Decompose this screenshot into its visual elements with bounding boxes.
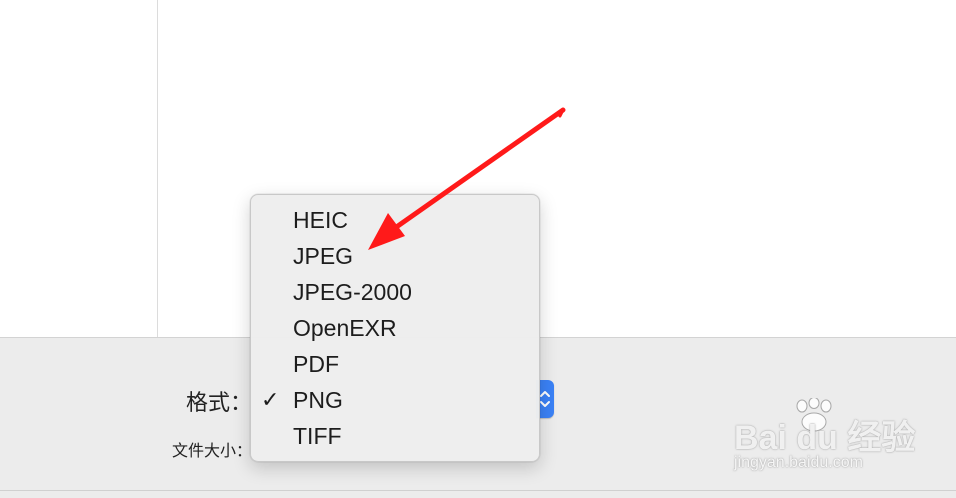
checkmark-icon: ✓ — [261, 387, 280, 412]
sidebar-divider — [157, 0, 158, 337]
window-content: 格式： 文件大小： HEIC JPEG JPEG-2000 OpenEXR PD… — [0, 0, 956, 498]
menu-item-png[interactable]: ✓ PNG — [251, 382, 539, 418]
file-size-label: 文件大小： — [172, 441, 253, 460]
menu-item-label: JPEG-2000 — [293, 279, 412, 305]
menu-item-label: PDF — [293, 351, 339, 377]
format-label: 格式： — [186, 391, 253, 416]
menu-item-jpeg[interactable]: JPEG — [251, 238, 539, 274]
menu-item-openexr[interactable]: OpenEXR — [251, 310, 539, 346]
menu-item-pdf[interactable]: PDF — [251, 346, 539, 382]
menu-item-label: TIFF — [293, 423, 342, 449]
menu-item-tiff[interactable]: TIFF — [251, 418, 539, 454]
format-dropdown-menu: HEIC JPEG JPEG-2000 OpenEXR PDF ✓ PNG TI… — [250, 194, 540, 462]
menu-item-label: PNG — [293, 387, 343, 413]
menu-item-heic[interactable]: HEIC — [251, 202, 539, 238]
menu-item-label: OpenEXR — [293, 315, 397, 341]
menu-item-jpeg-2000[interactable]: JPEG-2000 — [251, 274, 539, 310]
panel-divider — [0, 490, 956, 491]
menu-item-label: JPEG — [293, 243, 354, 269]
menu-item-label: HEIC — [293, 207, 348, 233]
